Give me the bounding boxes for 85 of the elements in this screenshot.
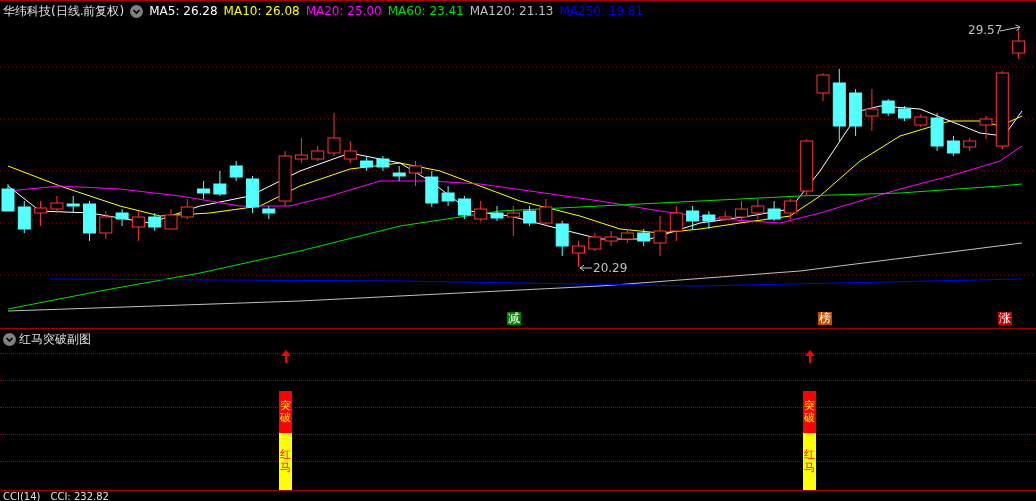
candlestick [767,200,781,222]
candlestick [816,72,830,102]
candlestick [588,232,602,252]
up-arrow-icon [804,350,815,363]
candlestick [441,185,455,207]
candlestick [17,200,31,234]
candlestick [66,195,80,214]
event-marker: 榜 [818,312,832,325]
candlestick [343,140,357,164]
candlestick [148,212,162,232]
indicator-value: MA250: 19.81 [559,4,644,18]
indicator-value: MA120: 21.13 [469,4,554,18]
candlestick [246,175,259,214]
candlestick [229,160,243,182]
indicator-value: MA10: 26.08 [223,4,300,18]
candlestick [294,137,308,164]
price-label: 20.29 [593,261,628,275]
candlestick [490,205,504,222]
candlestick [604,230,618,247]
indicator-title: CCI(14) [3,491,41,501]
signal-label: 突破 [280,399,291,425]
candlestick [311,145,325,162]
candlestick [783,198,797,220]
candlestick [539,198,553,227]
candlestick [262,205,276,220]
candlestick [751,198,765,220]
signal-label: 红马 [804,449,815,474]
candlestick [83,200,96,242]
candlestick [197,180,211,200]
candlestick [898,105,911,122]
candlestick [572,240,585,268]
candlestick [392,165,406,182]
indicator-value: MA60: 23.41 [387,4,464,18]
indicator-value: MA5: 26.28 [149,4,218,18]
subchart-title: 红马突破副图 [19,330,91,348]
candlestick [669,205,683,242]
arrow-icon [579,264,593,272]
candlestick [620,228,634,244]
candlestick [376,155,390,172]
candlestick [327,112,341,157]
candlestick [930,112,944,152]
candlestick [99,210,113,240]
candlestick [555,220,569,257]
candlestick [457,195,471,220]
candlestick [1,183,15,212]
candlestick [425,170,439,208]
chart-title: 华纬科技(日线.前复权) [3,2,125,20]
candlestick [278,150,292,207]
candlestick [506,205,520,237]
event-marker: 涨 [998,312,1012,325]
candlestick [50,195,64,214]
candlestick [180,198,194,220]
candlestick [979,115,993,140]
candlestick [1012,28,1026,60]
signal-label: 红马 [280,449,291,474]
candlestick [686,205,700,230]
candlestick [800,138,814,197]
candlestick [718,210,732,222]
event-marker: 减 [507,312,521,325]
candlestick [360,155,374,172]
candlestick [164,208,178,230]
chevron-down-icon[interactable] [130,4,144,18]
candlestick [702,210,716,230]
candlestick [914,113,928,128]
candlestick [963,137,977,152]
candlestick [213,170,227,197]
candlestick [653,215,667,257]
candlestick [474,200,488,222]
up-arrow-icon [280,350,291,363]
candlestick [849,88,863,137]
candlestick [34,200,48,227]
candlestick [409,160,422,187]
candlestick [115,208,129,227]
candlestick [523,205,537,227]
indicator-value: MA20: 25.00 [305,4,382,18]
candlestick [637,228,651,247]
price-label: 29.57 [968,23,1003,37]
indicator-value: CCI: 232.82 [50,491,109,501]
candlestick [131,210,145,242]
chevron-down-icon[interactable] [3,332,16,346]
signal-label: 突破 [804,399,815,425]
candlestick [865,88,879,132]
candlestick [946,135,960,157]
candlestick [735,200,748,222]
candlestick [881,98,895,117]
